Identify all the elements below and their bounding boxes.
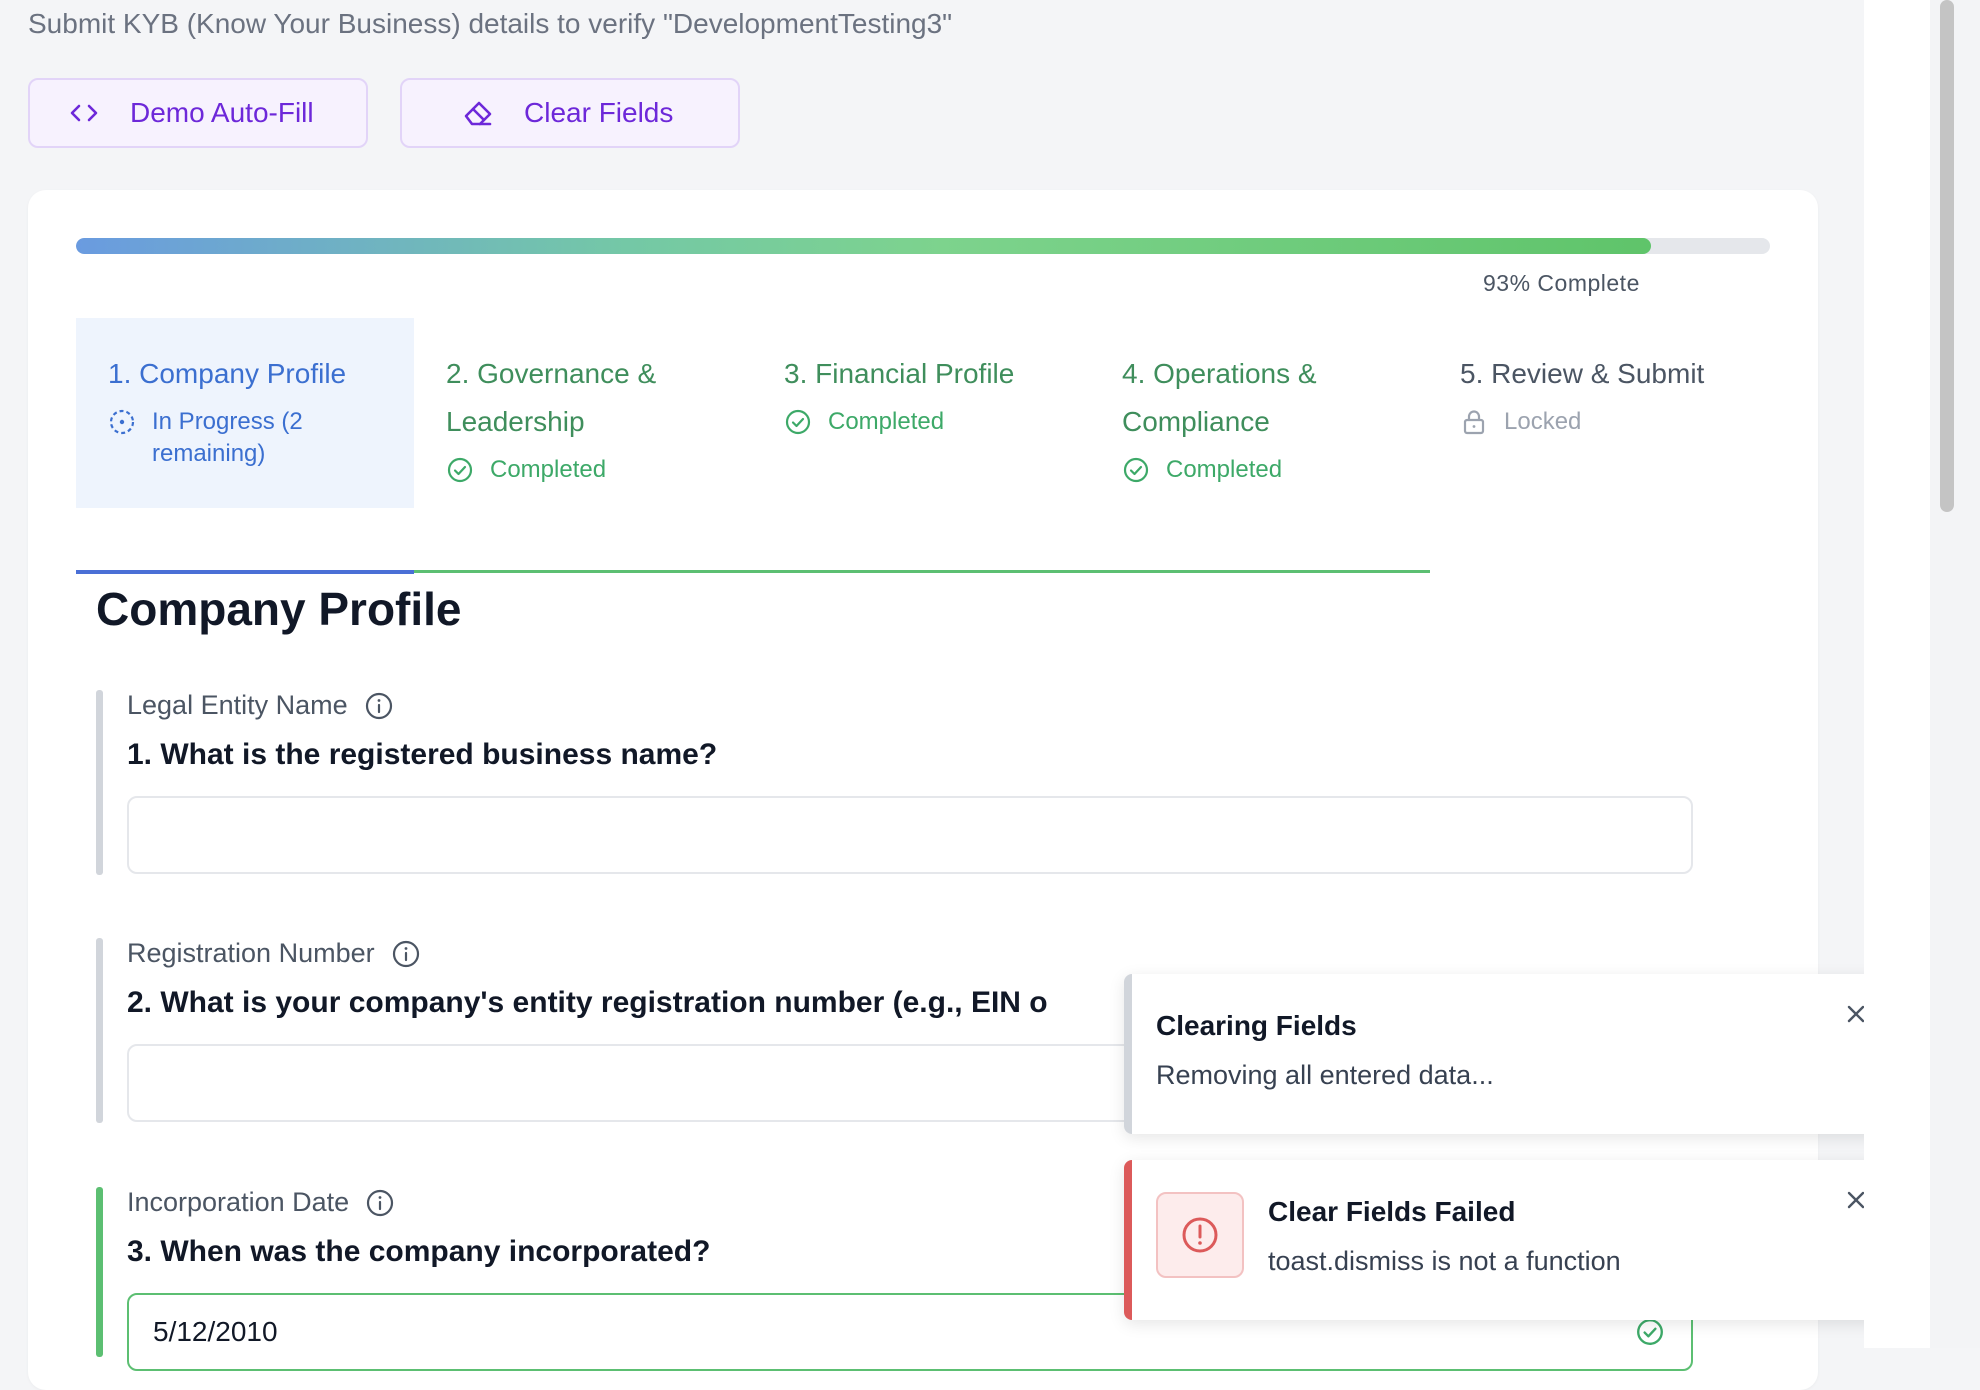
step-title: 4. Operations & Compliance	[1122, 358, 1317, 437]
alert-circle-icon	[1156, 1192, 1244, 1278]
check-circle-icon	[784, 408, 812, 436]
step-status-text: In Progress (2 remaining)	[152, 408, 303, 467]
check-circle-icon	[1635, 1317, 1665, 1347]
scrollbar-thumb[interactable]	[1940, 0, 1954, 512]
question-status-bar	[96, 1187, 103, 1357]
toast-error: Clear Fields Failed toast.dismiss is not…	[1124, 1160, 1896, 1320]
step-tab-operations[interactable]: 4. Operations & Compliance Completed	[1090, 318, 1428, 508]
question-label-text: Registration Number	[127, 938, 375, 968]
toast-message: Removing all entered data...	[1156, 1060, 1494, 1090]
question-status-bar	[96, 938, 103, 1123]
step-underline-completed	[414, 570, 1430, 573]
step-status: Locked	[1460, 406, 1770, 438]
question-label: Registration Number	[127, 938, 421, 969]
progress-label: 93% Complete	[1483, 270, 1640, 296]
step-status-text: Locked	[1504, 408, 1582, 435]
page-margin	[1864, 0, 1930, 1348]
toast-accent	[1124, 974, 1132, 1134]
progress-bar	[76, 238, 1770, 254]
step-status: In Progress (2 remaining)	[108, 406, 414, 470]
step-status: Completed	[1122, 454, 1428, 486]
step-title: 1. Company Profile	[108, 358, 347, 389]
step-tabs: 1. Company Profile In Progress (2 remain…	[76, 318, 1770, 514]
scrollbar-track[interactable]	[1930, 0, 1980, 1348]
step-title: 5. Review & Submit	[1460, 358, 1705, 389]
toast-info: Clearing Fields Removing all entered dat…	[1124, 974, 1896, 1134]
clear-fields-label: Clear Fields	[524, 97, 674, 128]
dashed-circle-icon	[108, 408, 136, 436]
toast-accent	[1124, 1160, 1132, 1320]
step-title: 3. Financial Profile	[784, 358, 1015, 389]
toast-title: Clearing Fields	[1156, 1010, 1357, 1041]
step-status-text: Completed	[1166, 456, 1283, 483]
step-status: Completed	[446, 454, 752, 486]
check-circle-icon	[1122, 456, 1150, 484]
question-legal-entity-name: Legal Entity Name 1. What is the registe…	[96, 690, 1726, 875]
question-label-text: Incorporation Date	[127, 1187, 350, 1217]
step-tab-company-profile[interactable]: 1. Company Profile In Progress (2 remain…	[76, 318, 414, 508]
toast-title: Clear Fields Failed	[1268, 1196, 1516, 1227]
progress-bar-fill	[76, 238, 1652, 254]
info-icon[interactable]	[364, 691, 394, 721]
clear-fields-button[interactable]: Clear Fields	[400, 78, 740, 148]
question-text: 2. What is your company's entity registr…	[127, 986, 1048, 1019]
question-status-bar	[96, 690, 103, 875]
question-text: 1. What is the registered business name?	[127, 738, 718, 771]
demo-autofill-button[interactable]: Demo Auto-Fill	[28, 78, 368, 148]
section-title: Company Profile	[96, 583, 462, 635]
step-underline-active	[76, 570, 414, 574]
toast-message: toast.dismiss is not a function	[1268, 1246, 1621, 1276]
input-value: 5/12/2010	[153, 1316, 278, 1347]
demo-autofill-label: Demo Auto-Fill	[130, 97, 314, 128]
step-tab-review-submit: 5. Review & Submit Locked	[1428, 318, 1770, 508]
legal-entity-name-input[interactable]	[127, 796, 1693, 874]
step-tab-governance[interactable]: 2. Governance & Leadership Completed	[414, 318, 752, 508]
check-circle-icon	[446, 456, 474, 484]
question-label-text: Legal Entity Name	[127, 690, 348, 720]
step-title: 2. Governance & Leadership	[446, 358, 657, 437]
info-icon[interactable]	[365, 1188, 395, 1218]
step-status-text: Completed	[828, 408, 945, 435]
eraser-icon	[462, 97, 494, 129]
page-subtitle: Submit KYB (Know Your Business) details …	[28, 8, 953, 39]
step-tab-financial-profile[interactable]: 3. Financial Profile Completed	[752, 318, 1090, 508]
info-icon[interactable]	[391, 939, 421, 969]
step-status-text: Completed	[490, 456, 607, 483]
question-text: 3. When was the company incorporated?	[127, 1235, 711, 1268]
step-status: Completed	[784, 406, 1090, 438]
question-label: Legal Entity Name	[127, 690, 394, 721]
lock-icon	[1460, 408, 1488, 436]
question-label: Incorporation Date	[127, 1187, 395, 1218]
code-icon	[68, 97, 100, 129]
